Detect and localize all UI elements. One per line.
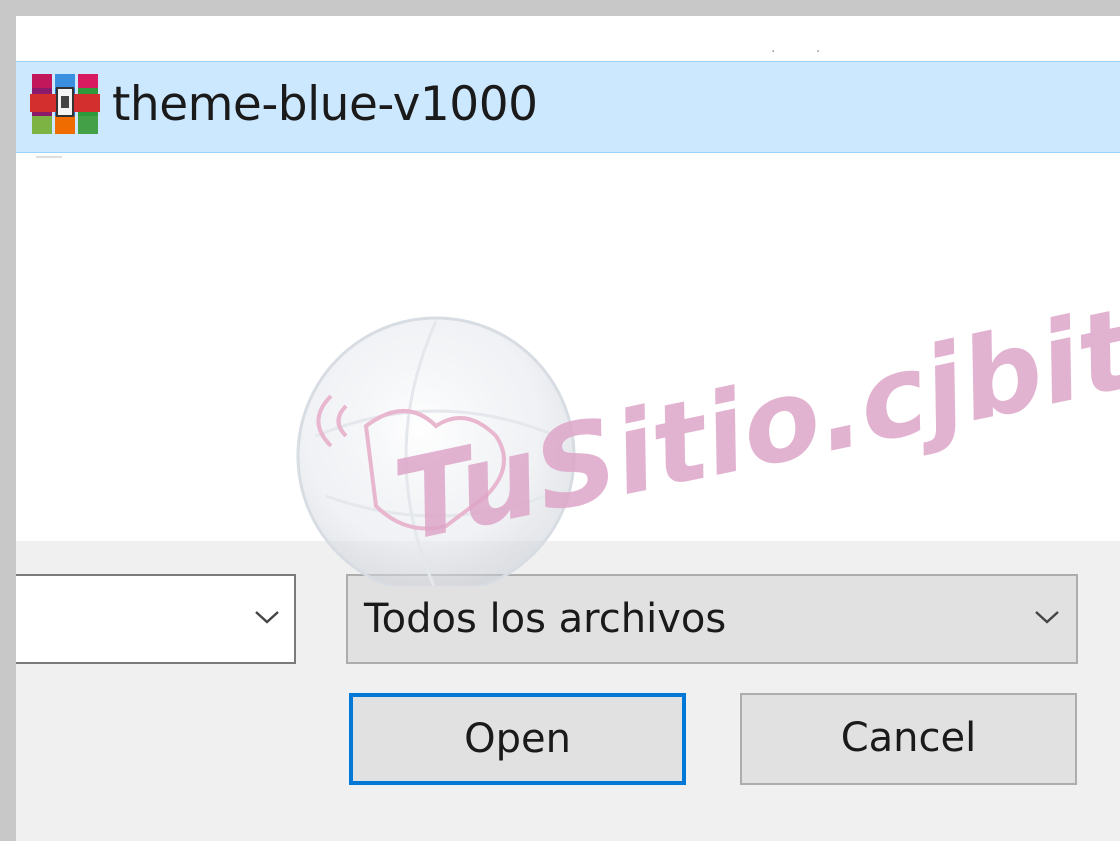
- cancel-button[interactable]: Cancel: [740, 693, 1077, 785]
- chevron-down-icon[interactable]: [1034, 608, 1060, 626]
- chevron-down-icon[interactable]: [254, 608, 280, 626]
- file-list: · · theme-blue-v1000: [16, 16, 1120, 541]
- file-type-dropdown[interactable]: Todos los archivos: [346, 574, 1078, 664]
- filename-combobox[interactable]: [16, 574, 296, 664]
- divider: [36, 156, 62, 158]
- decorative-dots: · ·: [771, 44, 839, 60]
- screenshot-frame: · · theme-blue-v1000 Todos los archivos …: [0, 0, 1120, 841]
- open-button[interactable]: Open: [349, 693, 686, 785]
- open-file-dialog: · · theme-blue-v1000 Todos los archivos …: [16, 16, 1120, 841]
- file-name: theme-blue-v1000: [112, 77, 538, 132]
- file-type-selected: Todos los archivos: [364, 596, 727, 642]
- list-item[interactable]: theme-blue-v1000: [16, 61, 1120, 153]
- winrar-archive-icon: [30, 74, 100, 134]
- dialog-footer: Todos los archivos Open Cancel: [16, 541, 1120, 841]
